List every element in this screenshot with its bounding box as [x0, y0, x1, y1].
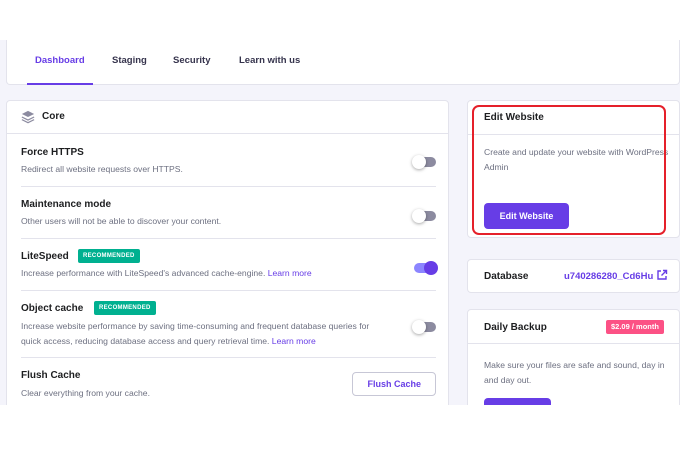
tab-bar: Dashboard Staging Security Learn with us [6, 40, 680, 85]
setting-description: Increase performance with LiteSpeed's ad… [21, 266, 411, 281]
maintenance-mode-toggle[interactable] [412, 209, 436, 223]
description-text: quick access, reducing database access a… [21, 336, 270, 346]
setting-title: LiteSpeed [21, 251, 69, 262]
toggle-knob [412, 320, 426, 334]
tab-learn-with-us[interactable]: Learn with us [239, 40, 300, 85]
setting-title: Object cache [21, 303, 84, 314]
learn-more-link[interactable]: Learn more [272, 336, 316, 346]
database-name-link[interactable]: u740286280_Cd6Hu [564, 271, 653, 282]
database-label: Database [484, 271, 529, 282]
description-text: Increase performance with LiteSpeed's ad… [21, 268, 266, 278]
force-https-toggle[interactable] [412, 155, 436, 169]
description-line-1: Increase website performance by saving t… [21, 321, 370, 331]
core-title: Core [42, 111, 65, 122]
setting-description: Redirect all website requests over HTTPS… [21, 164, 183, 174]
setting-flush-cache: Flush Cache Clear everything from your c… [21, 370, 436, 405]
recommended-badge: RECOMMENDED [78, 249, 140, 263]
highlight-annotation [472, 105, 666, 235]
daily-backup-button[interactable] [484, 398, 551, 405]
setting-title: Flush Cache [21, 370, 81, 381]
setting-object-cache: Object cache RECOMMENDED Increase websit… [21, 301, 436, 358]
setting-description: Other users will not be able to discover… [21, 216, 222, 226]
daily-backup-description: Make sure your files are safe and sound,… [484, 360, 665, 385]
layers-icon [21, 110, 35, 124]
tab-security[interactable]: Security [173, 40, 211, 85]
setting-force-https: Force HTTPS Redirect all website request… [21, 147, 436, 187]
setting-title: Force HTTPS [21, 147, 84, 158]
tab-staging[interactable]: Staging [112, 40, 147, 85]
tab-dashboard[interactable]: Dashboard [27, 40, 93, 85]
setting-title: Maintenance mode [21, 199, 112, 210]
toggle-knob [412, 155, 426, 169]
litespeed-toggle[interactable] [414, 261, 438, 275]
toggle-knob [412, 209, 426, 223]
price-badge: $2.09 / month [606, 320, 664, 334]
toggle-knob [424, 261, 438, 275]
core-header: Core [7, 101, 448, 134]
external-link-icon[interactable] [656, 269, 668, 281]
daily-backup-header: Daily Backup $2.09 / month [468, 310, 679, 344]
daily-backup-title: Daily Backup [484, 322, 547, 333]
setting-maintenance-mode: Maintenance mode Other users will not be… [21, 199, 436, 239]
object-cache-toggle[interactable] [412, 320, 436, 334]
recommended-badge: RECOMMENDED [94, 301, 156, 315]
flush-cache-button[interactable]: Flush Cache [352, 372, 436, 396]
database-card: Database u740286280_Cd6Hu [467, 259, 680, 293]
description-line-2: quick access, reducing database access a… [21, 334, 411, 349]
core-card: Core Force HTTPS Redirect all website re… [6, 100, 449, 405]
setting-litespeed: LiteSpeed RECOMMENDED Increase performan… [21, 249, 438, 291]
daily-backup-card: Daily Backup $2.09 / month Make sure you… [467, 309, 680, 405]
learn-more-link[interactable]: Learn more [268, 268, 312, 278]
setting-description: Increase website performance by saving t… [21, 319, 411, 349]
